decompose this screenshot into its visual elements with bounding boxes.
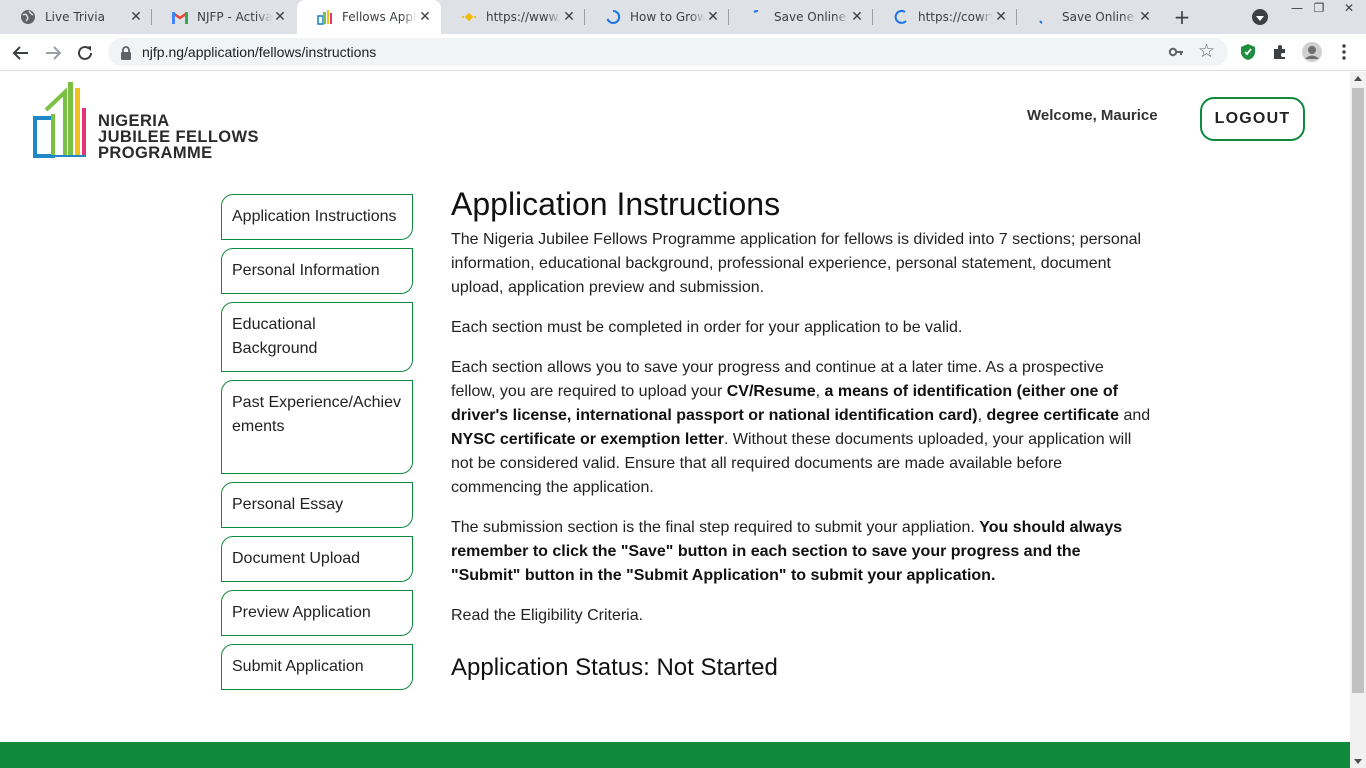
extensions-puzzle-icon[interactable] <box>1270 42 1290 62</box>
close-tab-icon[interactable]: ✕ <box>1137 9 1153 25</box>
tab-title: Save Online in Nigeria <box>1062 10 1137 24</box>
njfp-logo-mark-icon <box>33 82 86 158</box>
page-title: Application Instructions <box>451 186 781 222</box>
intro-paragraph: The Nigeria Jubilee Fellows Programme ap… <box>451 231 1142 296</box>
close-tab-icon[interactable]: ✕ <box>849 9 865 25</box>
web-page: NIGERIA JUBILEE FELLOWS PROGRAMME Welcom… <box>0 72 1350 768</box>
reload-button[interactable] <box>72 40 98 66</box>
sidebar-item-submit-application[interactable]: Submit Application <box>221 644 413 690</box>
globe-icon <box>20 9 36 25</box>
logo-line-3: PROGRAMME <box>98 144 213 162</box>
close-tab-icon[interactable]: ✕ <box>272 9 288 25</box>
address-bar[interactable]: njfp.ng/application/fellows/instructions… <box>108 38 1228 66</box>
tab-title: https://www.binance <box>486 10 561 24</box>
cv-requirement: CV/Resume <box>726 383 816 400</box>
close-tab-icon[interactable]: ✕ <box>705 9 721 25</box>
logout-button[interactable]: LOGOUT <box>1200 97 1305 141</box>
tab-title: https://cowrywise <box>918 10 993 24</box>
browser-toolbar: njfp.ng/application/fellows/instructions… <box>0 34 1366 71</box>
sidebar-item-preview-application[interactable]: Preview Application <box>221 590 413 636</box>
minimize-icon[interactable]: — <box>1286 0 1308 16</box>
close-tab-icon[interactable]: ✕ <box>128 9 144 25</box>
tab-njfp-activation[interactable]: NJFP - Activation ✕ <box>152 0 296 34</box>
sidebar-item-document-upload[interactable]: Document Upload <box>221 536 413 582</box>
back-button[interactable] <box>8 40 34 66</box>
loading-icon <box>893 9 909 25</box>
forward-arrow-icon <box>46 46 62 60</box>
documents-paragraph: Each section allows you to save your pro… <box>451 359 1151 496</box>
logo-line-1: NIGERIA <box>98 112 170 130</box>
footer-bar <box>0 742 1350 768</box>
tab-fellows-application[interactable]: Fellows Application ✕ <box>297 0 441 34</box>
completion-paragraph: Each section must be completed in order … <box>451 319 963 336</box>
back-arrow-icon <box>12 46 28 60</box>
tab-save-online-2[interactable]: Save Online in Nigeria ✕ <box>1017 0 1161 34</box>
reload-icon <box>78 45 92 60</box>
window-close-icon[interactable]: ✕ <box>1338 0 1360 16</box>
sidebar-item-personal-essay[interactable]: Personal Essay <box>221 482 413 528</box>
tab-cowrywise[interactable]: https://cowrywise ✕ <box>873 0 1017 34</box>
new-tab-button[interactable]: + <box>1170 5 1194 29</box>
tab-title: Live Trivia <box>45 10 105 24</box>
degree-requirement: degree certificate <box>986 407 1119 424</box>
sidebar-item-past-experience[interactable]: Past Experience/Achievements <box>221 380 413 474</box>
close-tab-icon[interactable]: ✕ <box>417 9 433 25</box>
forward-button[interactable] <box>40 40 66 66</box>
key-icon[interactable] <box>1168 44 1184 64</box>
sidebar-item-application-instructions[interactable]: Application Instructions <box>221 194 413 240</box>
close-tab-icon[interactable]: ✕ <box>993 9 1009 25</box>
eligibility-criteria-text: Read the Eligibility Criteria. <box>451 607 644 624</box>
tab-title: How to Grow Money <box>630 10 705 24</box>
loading-icon <box>1037 9 1053 25</box>
browser-menu-icon[interactable] <box>1334 42 1354 62</box>
njfp-logo[interactable]: NIGERIA JUBILEE FELLOWS PROGRAMME <box>32 80 272 162</box>
tab-grow-money[interactable]: How to Grow Money ✕ <box>585 0 729 34</box>
tab-search-button[interactable] <box>1252 9 1268 25</box>
profile-avatar-icon[interactable] <box>1302 42 1322 62</box>
tab-save-online-1[interactable]: Save Online in Nigeria ✕ <box>729 0 873 34</box>
njfp-icon <box>317 9 333 25</box>
page-scrollbar[interactable] <box>1350 72 1366 768</box>
instructions-content: Application Instructions The Nigeria Jub… <box>451 184 1151 684</box>
lock-icon <box>120 45 132 64</box>
loading-icon <box>605 9 621 25</box>
bookmark-star-icon[interactable]: ☆ <box>1198 40 1215 62</box>
binance-icon <box>461 9 477 25</box>
tab-title: NJFP - Activation <box>197 10 272 24</box>
logo-line-2: JUBILEE FELLOWS <box>98 128 259 146</box>
scroll-up-icon[interactable] <box>1354 76 1362 81</box>
tab-live-trivia[interactable]: Live Trivia ✕ <box>0 0 152 34</box>
sidebar-item-educational-background[interactable]: Educational Background <box>221 302 413 372</box>
application-status: Application Status: Not Started <box>451 654 778 681</box>
restore-icon[interactable]: ❐ <box>1308 0 1330 16</box>
tab-title: Save Online in Nigeria <box>774 10 849 24</box>
tab-binance[interactable]: https://www.binance ✕ <box>441 0 585 34</box>
nysc-requirement: NYSC certificate or exemption letter <box>451 431 724 448</box>
tab-title: Fellows Application <box>342 10 417 24</box>
close-tab-icon[interactable]: ✕ <box>561 9 577 25</box>
scrollbar-thumb[interactable] <box>1352 88 1364 693</box>
url-text: njfp.ng/application/fellows/instructions <box>142 44 377 60</box>
scroll-down-icon[interactable] <box>1354 759 1362 764</box>
tab-strip: Live Trivia ✕ NJFP - Activation ✕ Fellow… <box>0 0 1366 34</box>
submission-paragraph: The submission section is the final step… <box>451 519 1123 584</box>
gmail-icon <box>172 9 188 25</box>
sidebar-item-personal-information[interactable]: Personal Information <box>221 248 413 294</box>
loading-icon <box>749 9 765 25</box>
shield-extension-icon[interactable] <box>1238 42 1258 62</box>
logo-wordmark: NIGERIA JUBILEE FELLOWS PROGRAMME <box>98 112 259 162</box>
welcome-text: Welcome, Maurice <box>1027 107 1158 124</box>
